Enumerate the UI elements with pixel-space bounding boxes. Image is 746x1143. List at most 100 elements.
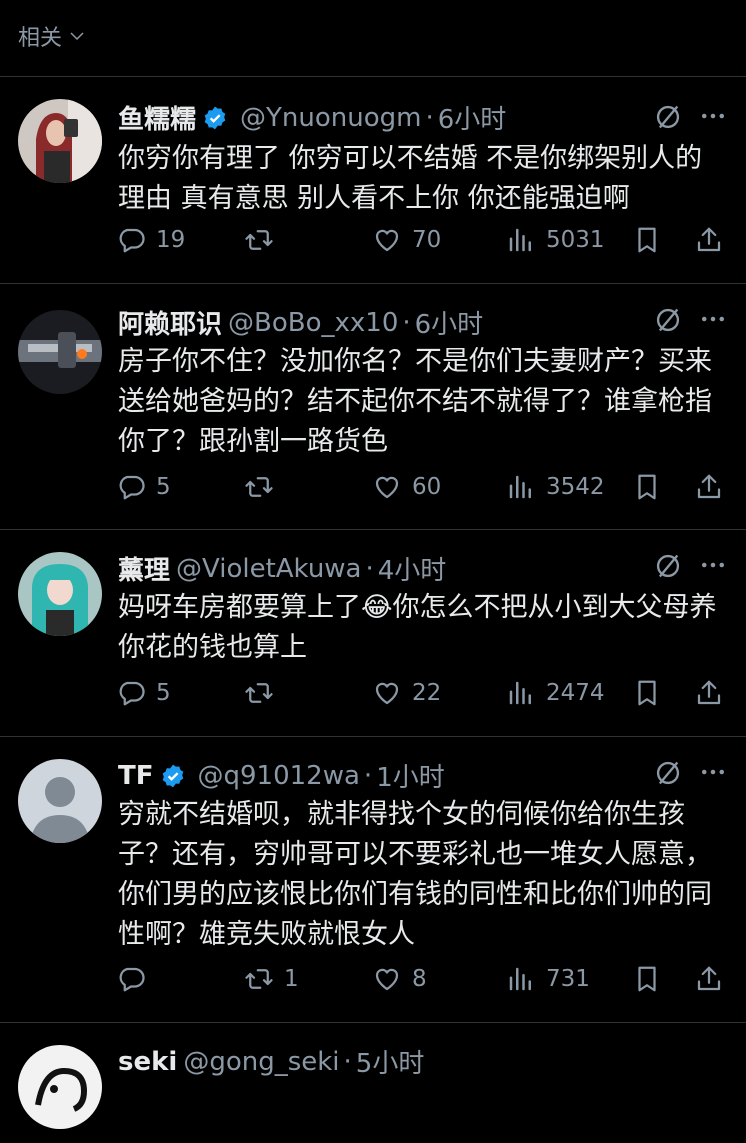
grok-icon[interactable] xyxy=(654,306,682,334)
tweet-text: 妈呀车房都要算上了😂你怎么不把从小到大父母养你花的钱也算上 xyxy=(118,592,717,663)
share-button[interactable] xyxy=(694,472,724,502)
tweet[interactable]: 鱼糯糯 @Ynuonuogm · 6小时 你穷你有理了 你穷可以不结婚 不是你绑… xyxy=(0,77,746,284)
avatar[interactable] xyxy=(18,310,102,394)
display-name[interactable]: seki xyxy=(118,1047,177,1077)
more-icon[interactable] xyxy=(698,757,728,787)
reply-icon xyxy=(116,225,146,255)
like-icon xyxy=(372,964,402,994)
action-bar: 5 22 2474 xyxy=(116,678,728,712)
verified-badge-icon xyxy=(160,763,186,789)
view-count: 2474 xyxy=(546,680,605,706)
action-bar: 1 8 731 xyxy=(116,964,728,998)
handle[interactable]: @gong_seki xyxy=(183,1047,339,1077)
bookmark-button[interactable] xyxy=(632,472,662,502)
timestamp[interactable]: 6小时 xyxy=(415,304,484,341)
bookmark-button[interactable] xyxy=(632,964,662,994)
tweet[interactable]: 薰理 @VioletAkuwa · 4小时 妈呀车房都要算上了😂你怎么不把从小到… xyxy=(0,530,746,737)
retweet-count: 1 xyxy=(284,966,299,992)
views-icon xyxy=(506,225,536,255)
avatar[interactable] xyxy=(18,1045,102,1129)
verified-badge-icon xyxy=(202,105,228,131)
reply-button[interactable]: 5 xyxy=(116,678,171,708)
share-icon xyxy=(694,225,724,255)
views-button[interactable]: 5031 xyxy=(506,225,605,255)
more-icon[interactable] xyxy=(698,550,728,580)
like-count: 8 xyxy=(412,966,427,992)
retweet-icon xyxy=(244,472,274,502)
bookmark-button[interactable] xyxy=(632,678,662,708)
retweet-button[interactable] xyxy=(244,225,284,255)
bookmark-icon xyxy=(632,678,662,708)
share-button[interactable] xyxy=(694,678,724,708)
handle[interactable]: @VioletAkuwa xyxy=(176,554,361,584)
display-name[interactable]: 阿赖耶识 xyxy=(118,304,222,341)
like-button[interactable]: 8 xyxy=(372,964,427,994)
view-count: 3542 xyxy=(546,474,605,500)
views-button[interactable]: 3542 xyxy=(506,472,605,502)
tweet-text: 穷就不结婚呗，就非得找个女的伺候你给你生孩子？还有，穷帅哥可以不要彩礼也一堆女人… xyxy=(118,799,712,950)
avatar[interactable] xyxy=(18,552,102,636)
views-icon xyxy=(506,472,536,502)
more-icon[interactable] xyxy=(698,101,728,131)
share-icon xyxy=(694,472,724,502)
handle[interactable]: @q91012wa xyxy=(198,761,360,791)
handle[interactable]: @BoBo_xx10 xyxy=(228,308,398,338)
handle[interactable]: @Ynuonuogm xyxy=(240,103,421,133)
display-name[interactable]: 薰理 xyxy=(118,550,170,587)
more-icon[interactable] xyxy=(698,304,728,334)
display-name[interactable]: 鱼糯糯 xyxy=(118,99,196,136)
like-icon xyxy=(372,472,402,502)
tweet[interactable]: TF @q91012wa · 1小时 穷就不结婚呗，就非得找个女的伺候你给你生孩… xyxy=(0,737,746,1023)
bookmark-button[interactable] xyxy=(632,225,662,255)
like-count: 70 xyxy=(412,227,442,253)
timestamp[interactable]: 4小时 xyxy=(378,550,447,587)
action-bar: 19 70 5031 xyxy=(116,225,728,259)
reply-count: 5 xyxy=(156,680,171,706)
share-icon xyxy=(694,964,724,994)
separator: · xyxy=(402,307,411,338)
like-button[interactable]: 70 xyxy=(372,225,441,255)
reply-button[interactable] xyxy=(116,964,156,994)
retweet-icon xyxy=(244,225,274,255)
grok-icon[interactable] xyxy=(654,759,682,787)
reply-count: 19 xyxy=(156,227,186,253)
timestamp[interactable]: 5小时 xyxy=(356,1043,425,1080)
retweet-button[interactable] xyxy=(244,472,284,502)
avatar[interactable] xyxy=(18,99,102,183)
retweet-button[interactable]: 1 xyxy=(244,964,299,994)
retweet-button[interactable] xyxy=(244,678,284,708)
retweet-icon xyxy=(244,964,274,994)
reply-button[interactable]: 5 xyxy=(116,472,171,502)
view-count: 5031 xyxy=(546,227,605,253)
separator: · xyxy=(363,760,373,791)
reply-icon xyxy=(116,472,146,502)
views-icon xyxy=(506,964,536,994)
view-count: 731 xyxy=(546,966,590,992)
like-icon xyxy=(372,225,402,255)
views-button[interactable]: 731 xyxy=(506,964,590,994)
bookmark-icon xyxy=(632,472,662,502)
sort-label: 相关 xyxy=(18,26,63,51)
tweet[interactable]: seki @gong_seki · 5小时 xyxy=(0,1023,746,1143)
grok-icon[interactable] xyxy=(654,103,682,131)
share-button[interactable] xyxy=(694,225,724,255)
like-count: 22 xyxy=(412,680,442,706)
grok-icon[interactable] xyxy=(654,552,682,580)
reply-icon xyxy=(116,678,146,708)
sort-dropdown[interactable]: 相关 xyxy=(18,20,86,52)
views-icon xyxy=(506,678,536,708)
tweet-text: 房子你不住？没加你名？不是你们夫妻财产？买来送给她爸妈的？结不起你不结不就得了？… xyxy=(118,346,712,457)
timestamp[interactable]: 6小时 xyxy=(438,99,507,136)
separator: · xyxy=(343,1046,352,1077)
views-button[interactable]: 2474 xyxy=(506,678,605,708)
like-button[interactable]: 22 xyxy=(372,678,441,708)
action-bar: 5 60 3542 xyxy=(116,472,728,506)
tweet[interactable]: 阿赖耶识 @BoBo_xx10 · 6小时 房子你不住？没加你名？不是你们夫妻财… xyxy=(0,284,746,530)
timestamp[interactable]: 1小时 xyxy=(376,757,445,794)
top-bar: 相关 xyxy=(0,0,746,77)
like-button[interactable]: 60 xyxy=(372,472,441,502)
share-button[interactable] xyxy=(694,964,724,994)
display-name[interactable]: TF xyxy=(118,761,154,791)
reply-button[interactable]: 19 xyxy=(116,225,185,255)
avatar[interactable] xyxy=(18,759,102,843)
